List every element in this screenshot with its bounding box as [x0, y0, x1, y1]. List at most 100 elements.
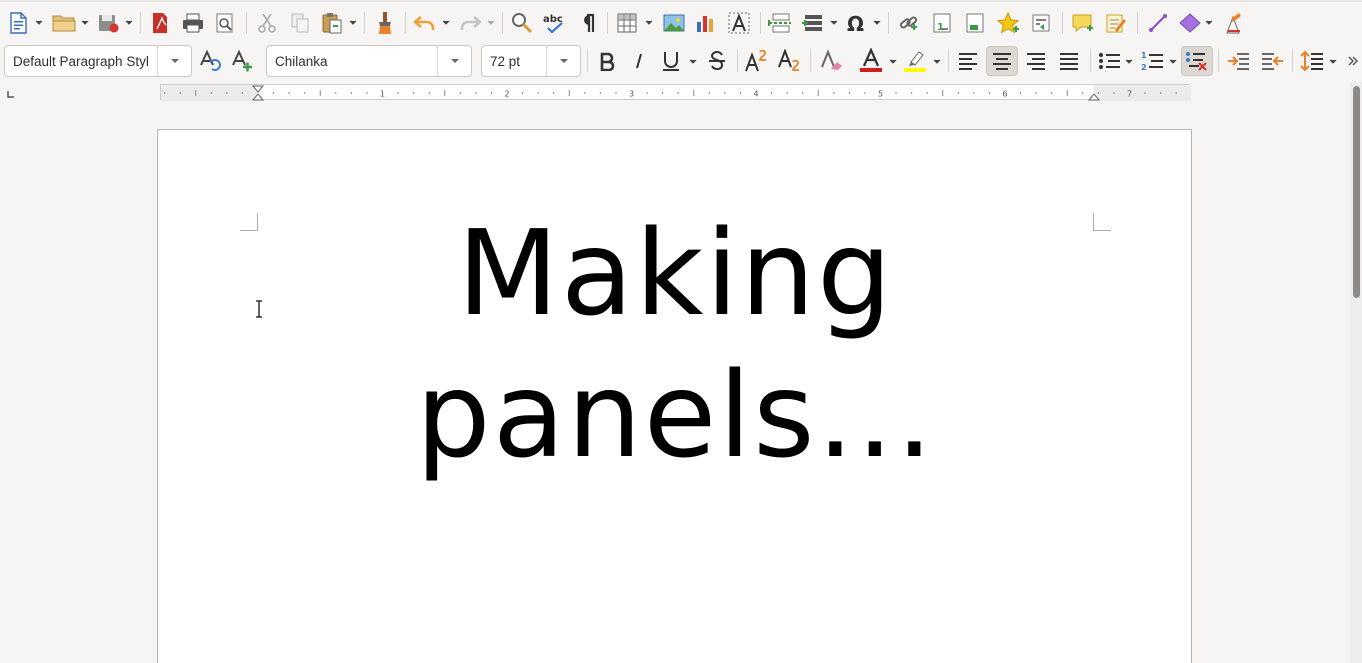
undo-button[interactable]: [410, 8, 440, 38]
increase-indent-button[interactable]: [1224, 46, 1254, 76]
align-right-button[interactable]: [1021, 46, 1051, 76]
track-changes-button[interactable]: [1101, 8, 1131, 38]
insert-line-button[interactable]: [1143, 8, 1173, 38]
save-button[interactable]: [95, 8, 123, 38]
decrease-indent-button[interactable]: [1257, 46, 1287, 76]
horizontal-ruler[interactable]: 1 2 3 4 5 6 7: [160, 84, 1191, 101]
underline-button[interactable]: [657, 46, 685, 76]
insert-chart-button[interactable]: [691, 8, 721, 38]
omega-icon: Ω: [847, 12, 864, 34]
chevron-down-icon[interactable]: [1205, 20, 1213, 26]
tab-stop-type-icon[interactable]: [6, 89, 16, 99]
highlight-color-button[interactable]: [900, 46, 930, 76]
separator: [1218, 50, 1219, 72]
spelling-button[interactable]: abc: [540, 8, 570, 38]
align-center-button[interactable]: [986, 46, 1018, 76]
insert-field-button[interactable]: [798, 8, 828, 38]
bullet-list-button[interactable]: [1095, 46, 1125, 76]
diamond-icon: [1179, 13, 1201, 33]
copy-button[interactable]: [286, 8, 314, 38]
document-body[interactable]: Making panels...: [158, 202, 1193, 486]
chevron-down-icon[interactable]: [487, 20, 495, 26]
font-size-dropdown[interactable]: [546, 46, 580, 76]
update-style-button[interactable]: [196, 46, 224, 76]
chevron-down-icon[interactable]: [1125, 59, 1133, 65]
scrollbar-thumb[interactable]: [1353, 86, 1360, 298]
draw-functions-button[interactable]: [1219, 8, 1249, 38]
italic-button[interactable]: [626, 46, 652, 76]
chevron-down-icon: [170, 59, 179, 63]
chevron-down-icon[interactable]: [689, 59, 697, 65]
star-icon: [996, 11, 1020, 34]
justify-button[interactable]: [1054, 46, 1084, 76]
paragraph-style-dropdown[interactable]: [157, 46, 191, 76]
bold-button[interactable]: [594, 46, 620, 76]
font-name-dropdown[interactable]: [437, 46, 471, 76]
insert-textbox-button[interactable]: [724, 8, 754, 38]
toolbar-overflow-button[interactable]: [1345, 46, 1361, 76]
line-spacing-button[interactable]: [1297, 46, 1327, 76]
subscript-button[interactable]: [776, 46, 804, 76]
chevron-down-icon[interactable]: [933, 59, 941, 65]
chevron-down-icon[interactable]: [1329, 59, 1337, 65]
document-area[interactable]: Making panels...: [0, 104, 1350, 663]
paste-button[interactable]: [318, 8, 346, 38]
insert-table-button[interactable]: [613, 8, 641, 38]
paragraph-line[interactable]: Making: [158, 202, 1193, 344]
paragraph-style-value[interactable]: Default Paragraph Styl: [5, 54, 157, 69]
clone-formatting-button[interactable]: [370, 8, 400, 38]
insert-bookmark-button[interactable]: [993, 8, 1023, 38]
chevron-down-icon[interactable]: [889, 59, 897, 65]
chevron-down-icon[interactable]: [442, 20, 450, 26]
insert-footnote-button[interactable]: 1: [927, 8, 957, 38]
insert-page-break-button[interactable]: [765, 8, 795, 38]
special-character-button[interactable]: Ω: [842, 8, 870, 38]
find-replace-button[interactable]: [507, 8, 537, 38]
print-preview-icon: [216, 13, 233, 33]
new-style-button[interactable]: [228, 46, 256, 76]
insert-cross-reference-button[interactable]: [1026, 8, 1056, 38]
font-size-value[interactable]: 72 pt: [482, 54, 546, 69]
chevron-down-icon[interactable]: [81, 20, 89, 26]
chevron-down-icon[interactable]: [830, 20, 838, 26]
insert-hyperlink-button[interactable]: [894, 8, 924, 38]
paragraph-style-combo[interactable]: Default Paragraph Styl: [4, 45, 192, 77]
open-button[interactable]: [48, 8, 80, 38]
no-list-button[interactable]: [1181, 46, 1213, 76]
font-name-combo[interactable]: Chilanka: [266, 45, 472, 77]
print-preview-button[interactable]: [211, 8, 239, 38]
chevron-down-icon: [450, 59, 459, 63]
paragraph-line[interactable]: panels...: [158, 344, 1193, 486]
vertical-scrollbar[interactable]: [1350, 82, 1362, 663]
font-size-combo[interactable]: 72 pt: [481, 45, 581, 77]
new-document-button[interactable]: [4, 8, 32, 38]
chevron-right-double-icon: [1348, 56, 1358, 66]
export-pdf-button[interactable]: [146, 8, 174, 38]
strikethrough-icon: [709, 50, 725, 71]
chevron-down-icon[interactable]: [1169, 59, 1177, 65]
clear-formatting-button[interactable]: [817, 46, 845, 76]
draw-functions-icon: [1226, 13, 1241, 34]
chevron-down-icon[interactable]: [35, 20, 43, 26]
insert-image-button[interactable]: [659, 8, 689, 38]
insert-endnote-button[interactable]: [960, 8, 990, 38]
numbered-list-button[interactable]: 1 2: [1138, 46, 1168, 76]
insert-comment-button[interactable]: [1068, 8, 1098, 38]
chevron-down-icon[interactable]: [645, 20, 653, 26]
chevron-down-icon[interactable]: [349, 20, 357, 26]
separator: [607, 12, 608, 34]
print-button[interactable]: [178, 8, 208, 38]
font-name-value[interactable]: Chilanka: [267, 54, 437, 69]
formatting-marks-button[interactable]: [574, 8, 602, 38]
font-color-button[interactable]: [856, 46, 886, 76]
document-page[interactable]: Making panels...: [157, 129, 1192, 663]
chevron-down-icon[interactable]: [125, 20, 133, 26]
align-left-button[interactable]: [953, 46, 983, 76]
redo-button[interactable]: [455, 8, 485, 38]
basic-shapes-button[interactable]: [1175, 8, 1205, 38]
superscript-button[interactable]: [743, 46, 771, 76]
chart-icon: [697, 16, 713, 32]
strikethrough-button[interactable]: [703, 46, 731, 76]
chevron-down-icon[interactable]: [873, 20, 881, 26]
cut-button[interactable]: [253, 8, 281, 38]
